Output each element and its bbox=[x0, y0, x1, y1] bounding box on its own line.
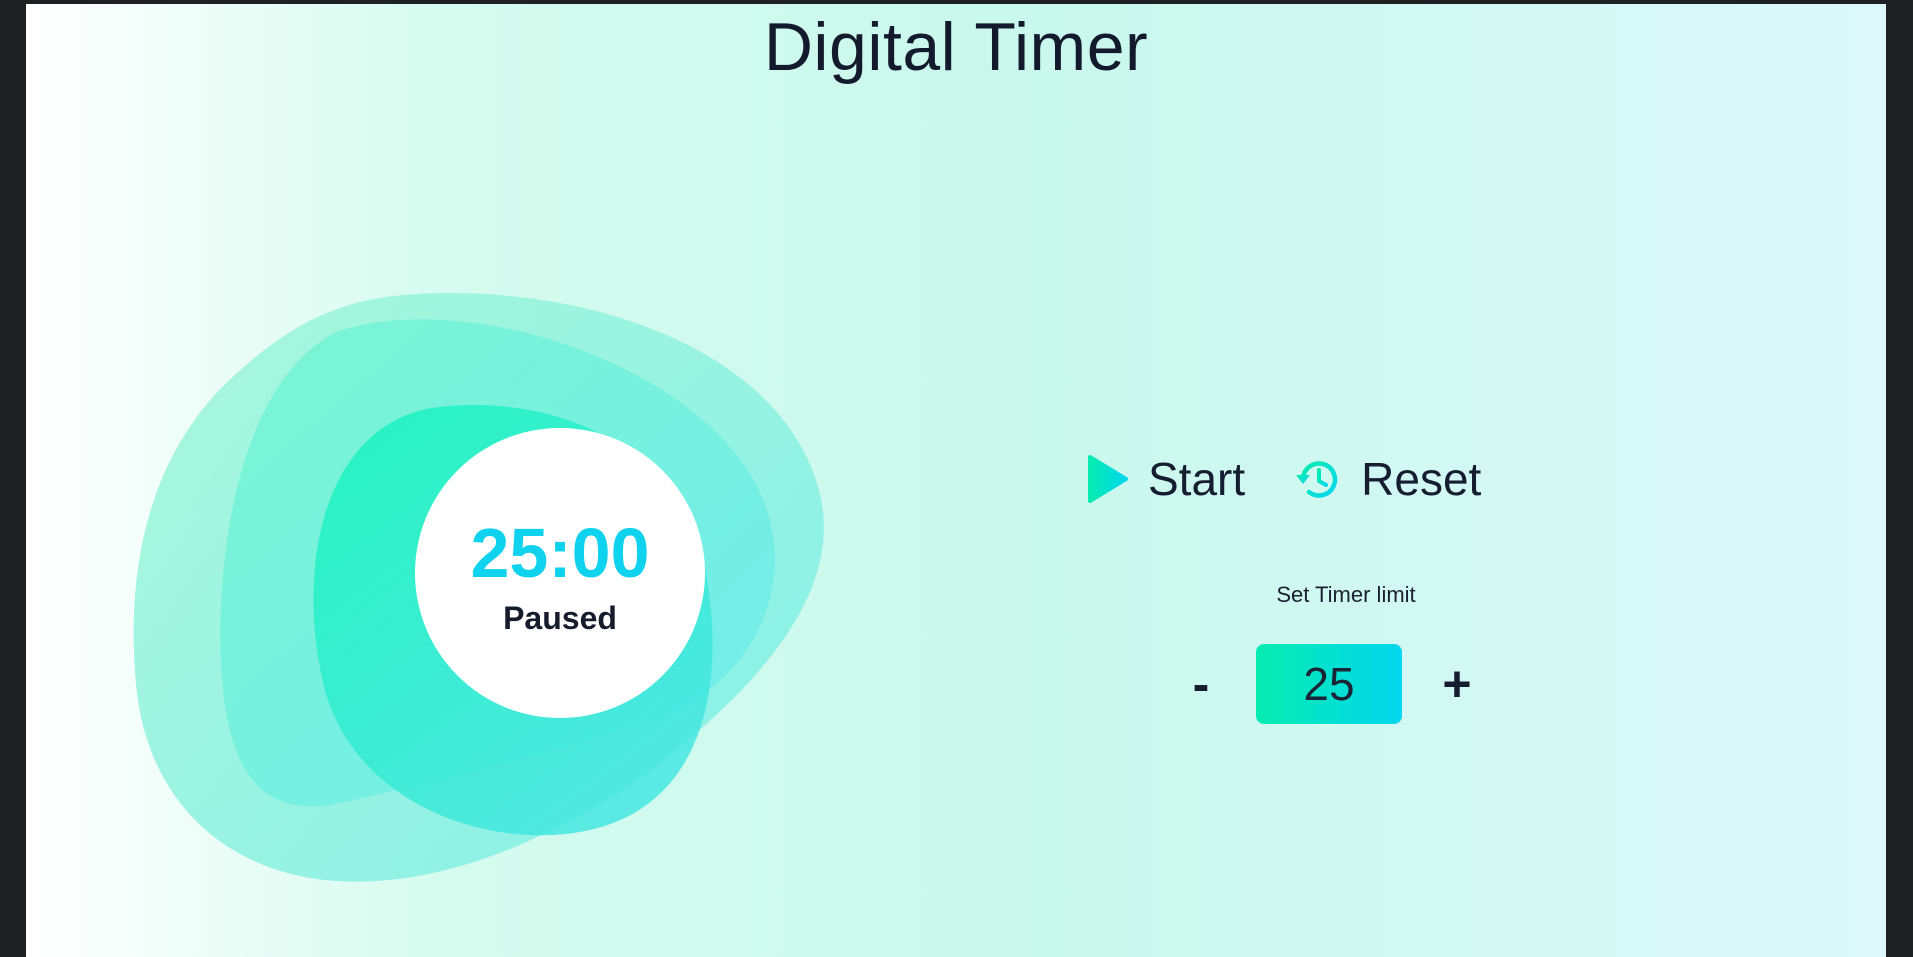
reset-label: Reset bbox=[1361, 453, 1482, 505]
play-icon bbox=[1088, 455, 1128, 503]
timer-limit-label: Set Timer limit bbox=[1276, 582, 1416, 607]
time-display: 25:00 bbox=[470, 513, 650, 592]
start-label: Start bbox=[1148, 453, 1246, 505]
timer-controls: Start Reset bbox=[1086, 452, 1481, 506]
reset-button[interactable]: Reset bbox=[1293, 452, 1481, 506]
timer-face: 25:00 Paused bbox=[415, 428, 705, 718]
reset-history-icon bbox=[1296, 461, 1338, 498]
timer-app: Digital Timer 25:00 Paused Start Reset S… bbox=[26, 4, 1886, 957]
decrement-button[interactable]: - bbox=[1176, 659, 1226, 709]
increment-button[interactable]: + bbox=[1432, 659, 1482, 709]
timer-graphic: 25:00 Paused bbox=[126, 284, 866, 904]
timer-limit-value: 25 bbox=[1256, 644, 1402, 724]
page-title: Digital Timer bbox=[763, 9, 1149, 85]
timer-status: Paused bbox=[503, 599, 617, 636]
timer-limit-stepper: - 25 + bbox=[1176, 644, 1482, 724]
start-button[interactable]: Start bbox=[1086, 452, 1245, 506]
